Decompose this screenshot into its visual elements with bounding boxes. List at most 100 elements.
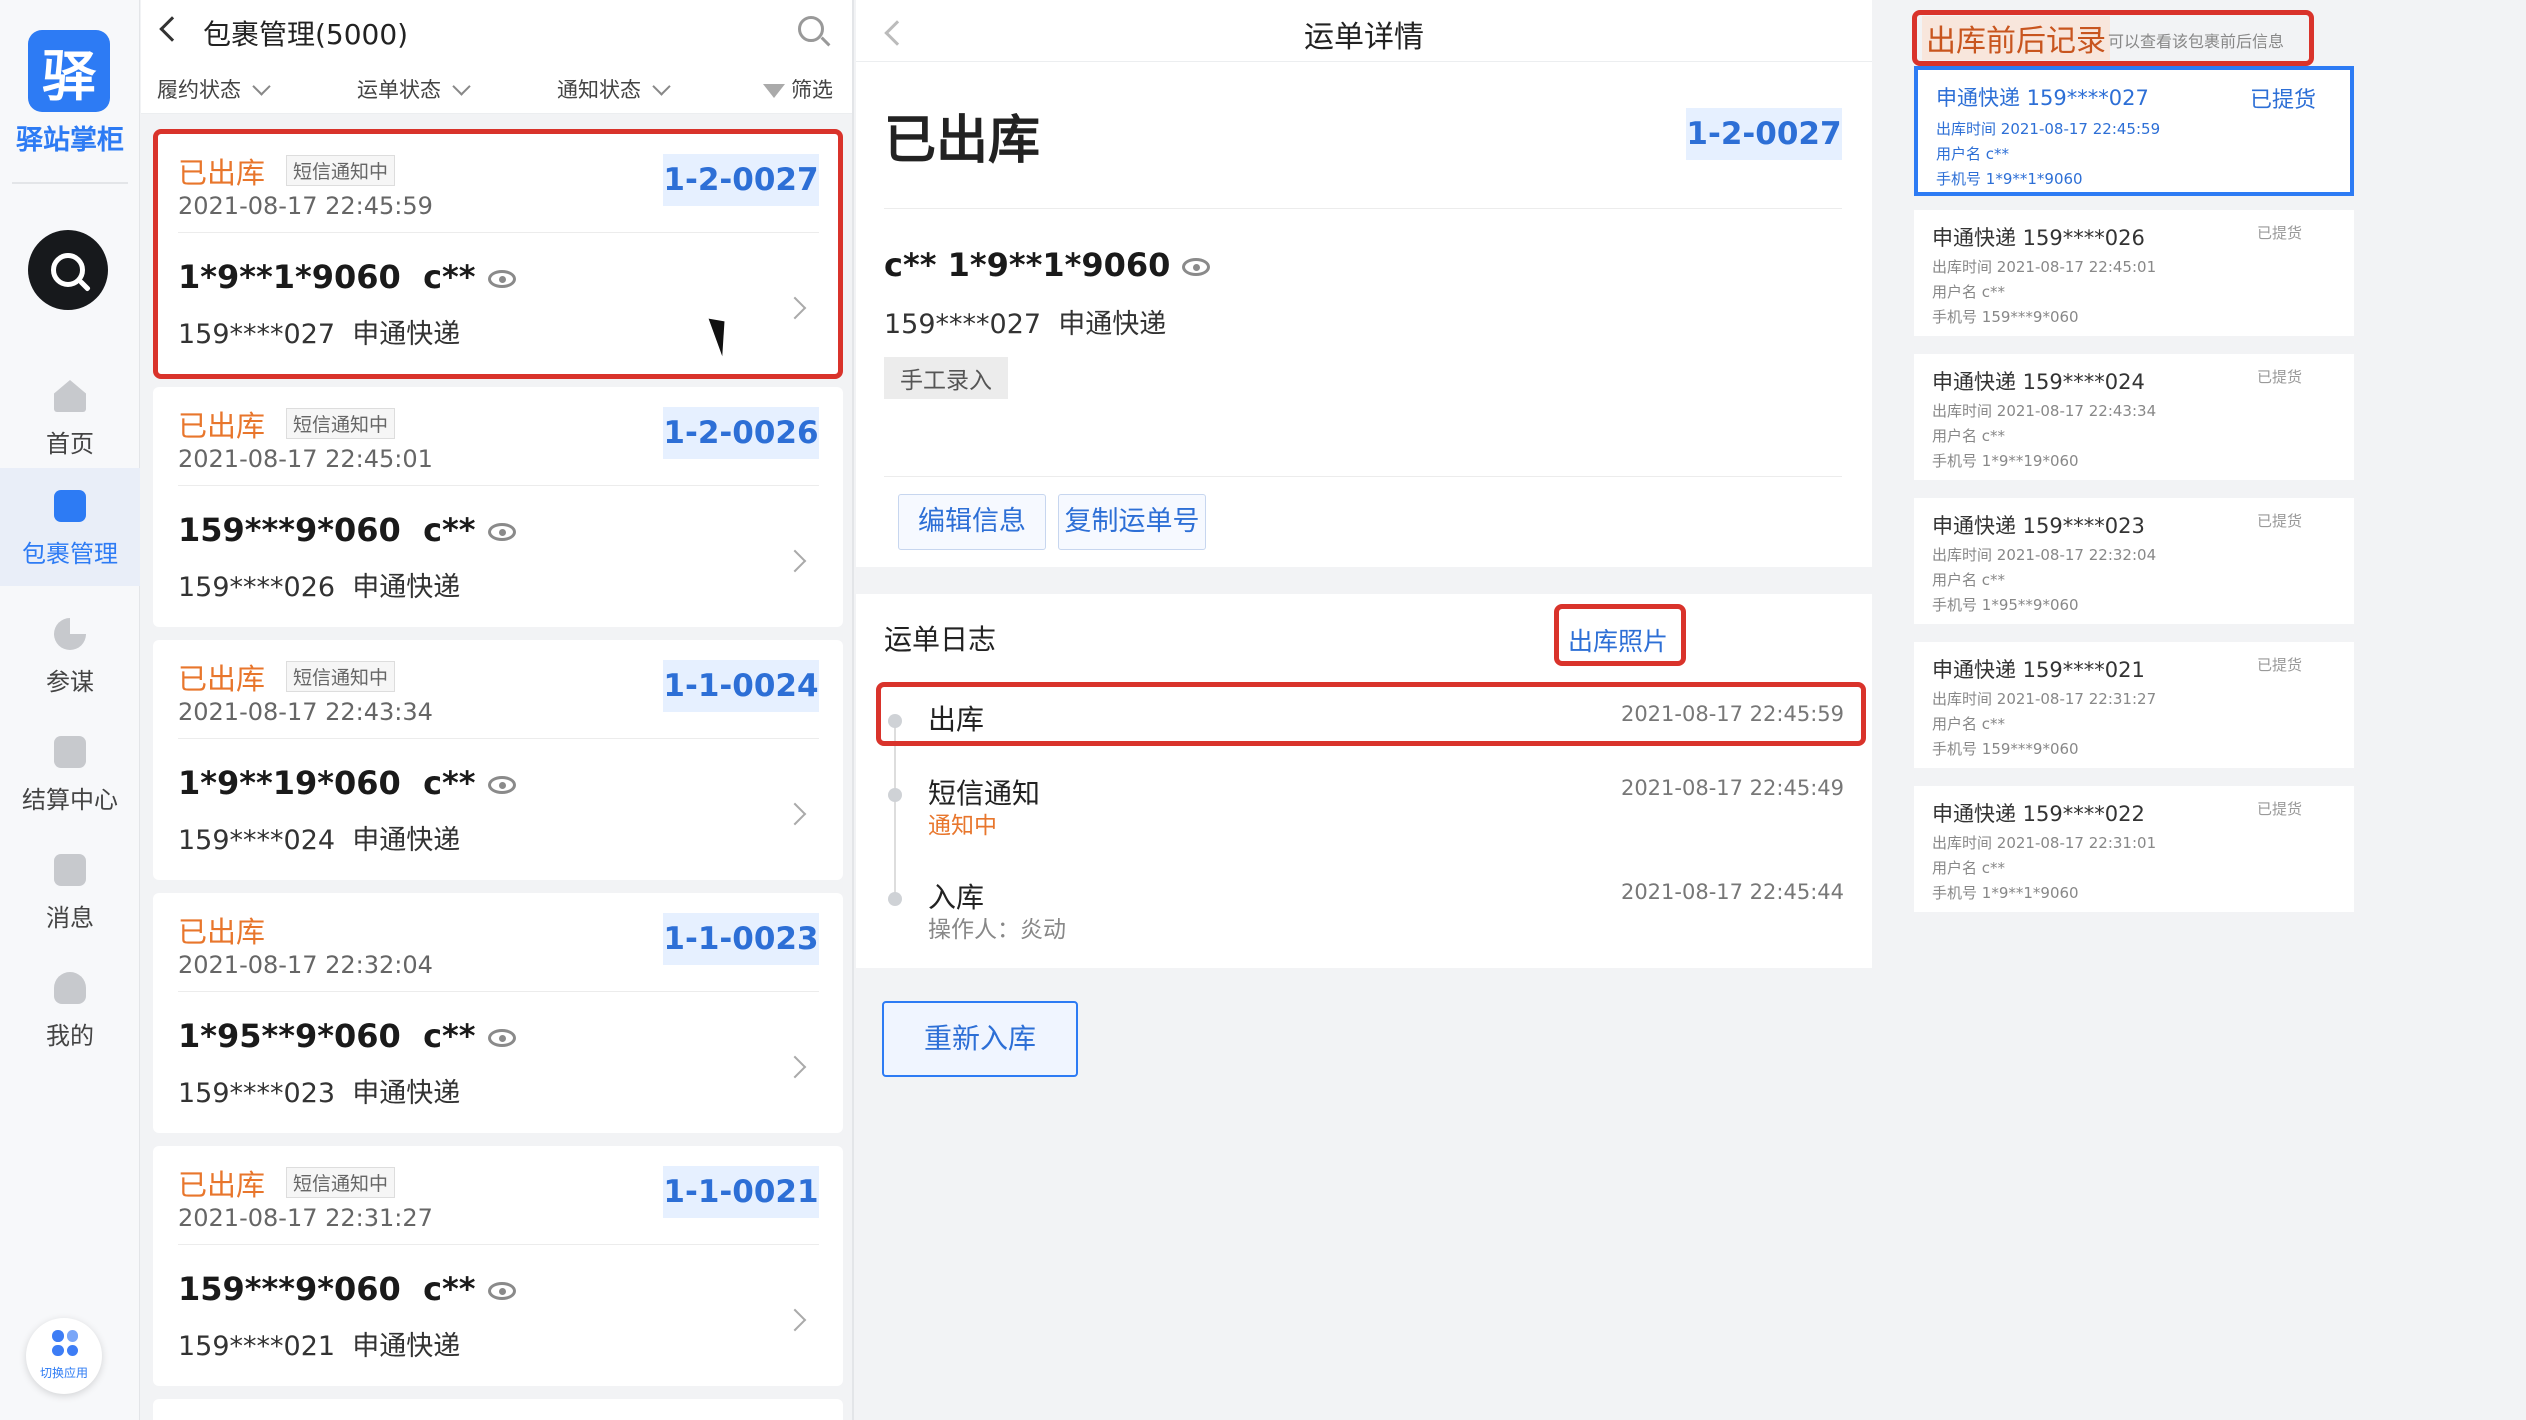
chevron-right-icon [783,1055,807,1079]
waybill-status: 已出库 [884,111,1041,171]
eye-icon[interactable] [1182,258,1211,276]
carrier-name: 申通快递 [1058,309,1167,340]
sidebar-divider [12,182,128,184]
recipient-contact: 159***9*060 c** [178,1270,516,1308]
eye-icon[interactable] [487,523,516,541]
nav-item-settlement[interactable]: 结算中心 [0,714,140,832]
package-list-pane: 包裹管理(5000) 履约状态 运单状态 通知状态 筛选 已出库 短信通知中 2… [141,0,854,1420]
record-item[interactable]: 申通快递 159****026 已提货 出库时间 2021-08-17 22:4… [1914,210,2354,336]
package-card[interactable]: 已出库 2021-08-17 22:32:04 1-1-0023 1*95**9… [153,893,843,1133]
package-card[interactable]: 已出库 短信通知中 2021-08-17 22:45:59 1-2-0027 1… [153,134,843,374]
back-icon[interactable] [159,16,185,42]
copy-waybill-button[interactable]: 复制运单号 [1058,494,1206,550]
notify-badge: 短信通知中 [286,155,396,186]
eye-icon[interactable] [487,1282,516,1300]
record-time: 出库时间 2021-08-17 22:45:59 [1936,120,2161,138]
package-card[interactable]: 已出库 短信通知中 2021-08-17 22:45:01 1-2-0026 1… [153,387,843,627]
record-item[interactable]: 申通快递 159****024 已提货 出库时间 2021-08-17 22:4… [1914,354,2354,480]
record-status: 已提货 [2256,368,2302,386]
record-item[interactable]: 申通快递 159****021 已提货 出库时间 2021-08-17 22:3… [1914,642,2354,768]
shelf-code: 1-1-0021 [663,1166,819,1218]
global-search-button[interactable] [28,230,108,310]
record-name: 申通快递 159****027 [1936,86,2149,110]
recipient-contact: 1*9**1*9060 c** [178,258,516,296]
search-icon[interactable] [798,16,824,42]
package-time: 2021-08-17 22:32:04 [178,951,433,979]
recipient-contact: 159***9*060 c** [178,511,516,549]
detail-title: 运单详情 [1304,20,1424,55]
log-time: 2021-08-17 22:45:59 [1620,702,1844,726]
nav-item-messages[interactable]: 消息 [0,832,140,950]
nav-item-home[interactable]: 首页 [0,358,140,476]
filter-fulfillment-status[interactable]: 履约状态 [157,74,271,104]
chevron-right-icon [783,296,807,320]
divider [178,485,819,486]
apps-icon [52,1330,78,1356]
recipient-phone: 1*9**1*9060 [178,258,401,296]
shelf-code: 1-2-0026 [663,407,819,459]
record-time: 出库时间 2021-08-17 22:31:01 [1932,834,2157,852]
package-icon [54,490,86,522]
record-time: 出库时间 2021-08-17 22:32:04 [1932,546,2157,564]
log-time: 2021-08-17 22:45:44 [1620,880,1844,904]
funnel-icon [763,84,785,98]
recipient-name: c** [423,258,476,296]
nav-label: 首页 [46,430,94,458]
record-item[interactable]: 申通快递 159****023 已提货 出库时间 2021-08-17 22:3… [1914,498,2354,624]
nav-item-packages[interactable]: 包裹管理 [0,468,140,586]
package-status: 已出库 [178,156,266,190]
entry-method-tag: 手工录入 [884,357,1008,399]
nav-label: 结算中心 [22,786,118,814]
divider [178,232,819,233]
record-time: 出库时间 2021-08-17 22:43:34 [1932,402,2157,420]
outbound-photo-link[interactable]: 出库照片 [1568,622,1668,658]
log-detail: 操作人：炎动 [928,917,1066,943]
record-name: 申通快递 159****026 [1932,226,2145,250]
nav-item-me[interactable]: 我的 [0,950,140,1068]
divider [178,738,819,739]
record-phone: 手机号 1*9**1*9060 [1932,884,2079,902]
package-card-partial[interactable] [153,1399,843,1420]
package-time: 2021-08-17 22:31:27 [178,1204,433,1232]
eye-icon[interactable] [487,776,516,794]
package-card[interactable]: 已出库 短信通知中 2021-08-17 22:31:27 1-1-0021 1… [153,1146,843,1386]
restock-button[interactable]: 重新入库 [882,1001,1078,1077]
waybill-summary: 运单详情 已出库 1-2-0027 c** 1*9**1*9060 159***… [856,0,1872,567]
app-name: 驿站掌柜 [16,125,124,156]
divider [178,1244,819,1245]
adjacent-records-pane: 出库前后记录 可以查看该包裹前后信息 申通快递 159****027 已提货 出… [1874,0,2526,1420]
chevron-right-icon [783,802,807,826]
nav-label: 包裹管理 [22,540,118,568]
filter-button-label: 筛选 [791,78,833,102]
timeline-dot [888,788,902,802]
home-icon [54,380,86,412]
records-hint: 可以查看该包裹前后信息 [2108,32,2285,51]
eye-icon[interactable] [487,1029,516,1047]
package-time: 2021-08-17 22:45:59 [178,192,433,220]
filter-button[interactable]: 筛选 [763,74,833,104]
page-title: 包裹管理(5000) [203,18,409,51]
carrier-name: 申通快递 [352,825,461,856]
record-item[interactable]: 申通快递 159****027 已提货 出库时间 2021-08-17 22:4… [1914,66,2354,196]
log-detail: 通知中 [928,813,997,839]
user-icon [54,972,86,1004]
recipient-name: c** [423,1270,476,1308]
nav-item-advisor[interactable]: 参谋 [0,596,140,714]
package-time: 2021-08-17 22:43:34 [178,698,433,726]
record-status: 已提货 [2256,800,2302,818]
edit-info-button[interactable]: 编辑信息 [898,494,1046,550]
notify-badge: 短信通知中 [286,408,396,439]
record-item[interactable]: 申通快递 159****022 已提货 出库时间 2021-08-17 22:3… [1914,786,2354,912]
record-status: 已提货 [2256,512,2302,530]
record-user: 用户名 c** [1932,859,2006,877]
sidebar: 驿 驿站掌柜 首页 包裹管理 参谋 结算中心 消息 我的 切换应用 [0,0,140,1420]
package-card[interactable]: 已出库 短信通知中 2021-08-17 22:43:34 1-1-0024 1… [153,640,843,880]
filter-notify-status[interactable]: 通知状态 [557,74,671,104]
eye-icon[interactable] [487,270,516,288]
timeline-dot [888,892,902,906]
switch-app-button[interactable]: 切换应用 [26,1318,102,1394]
carrier-name: 申通快递 [352,319,461,350]
carrier-name: 申通快递 [352,572,461,603]
filter-waybill-status[interactable]: 运单状态 [357,74,471,104]
chevron-right-icon [783,549,807,573]
